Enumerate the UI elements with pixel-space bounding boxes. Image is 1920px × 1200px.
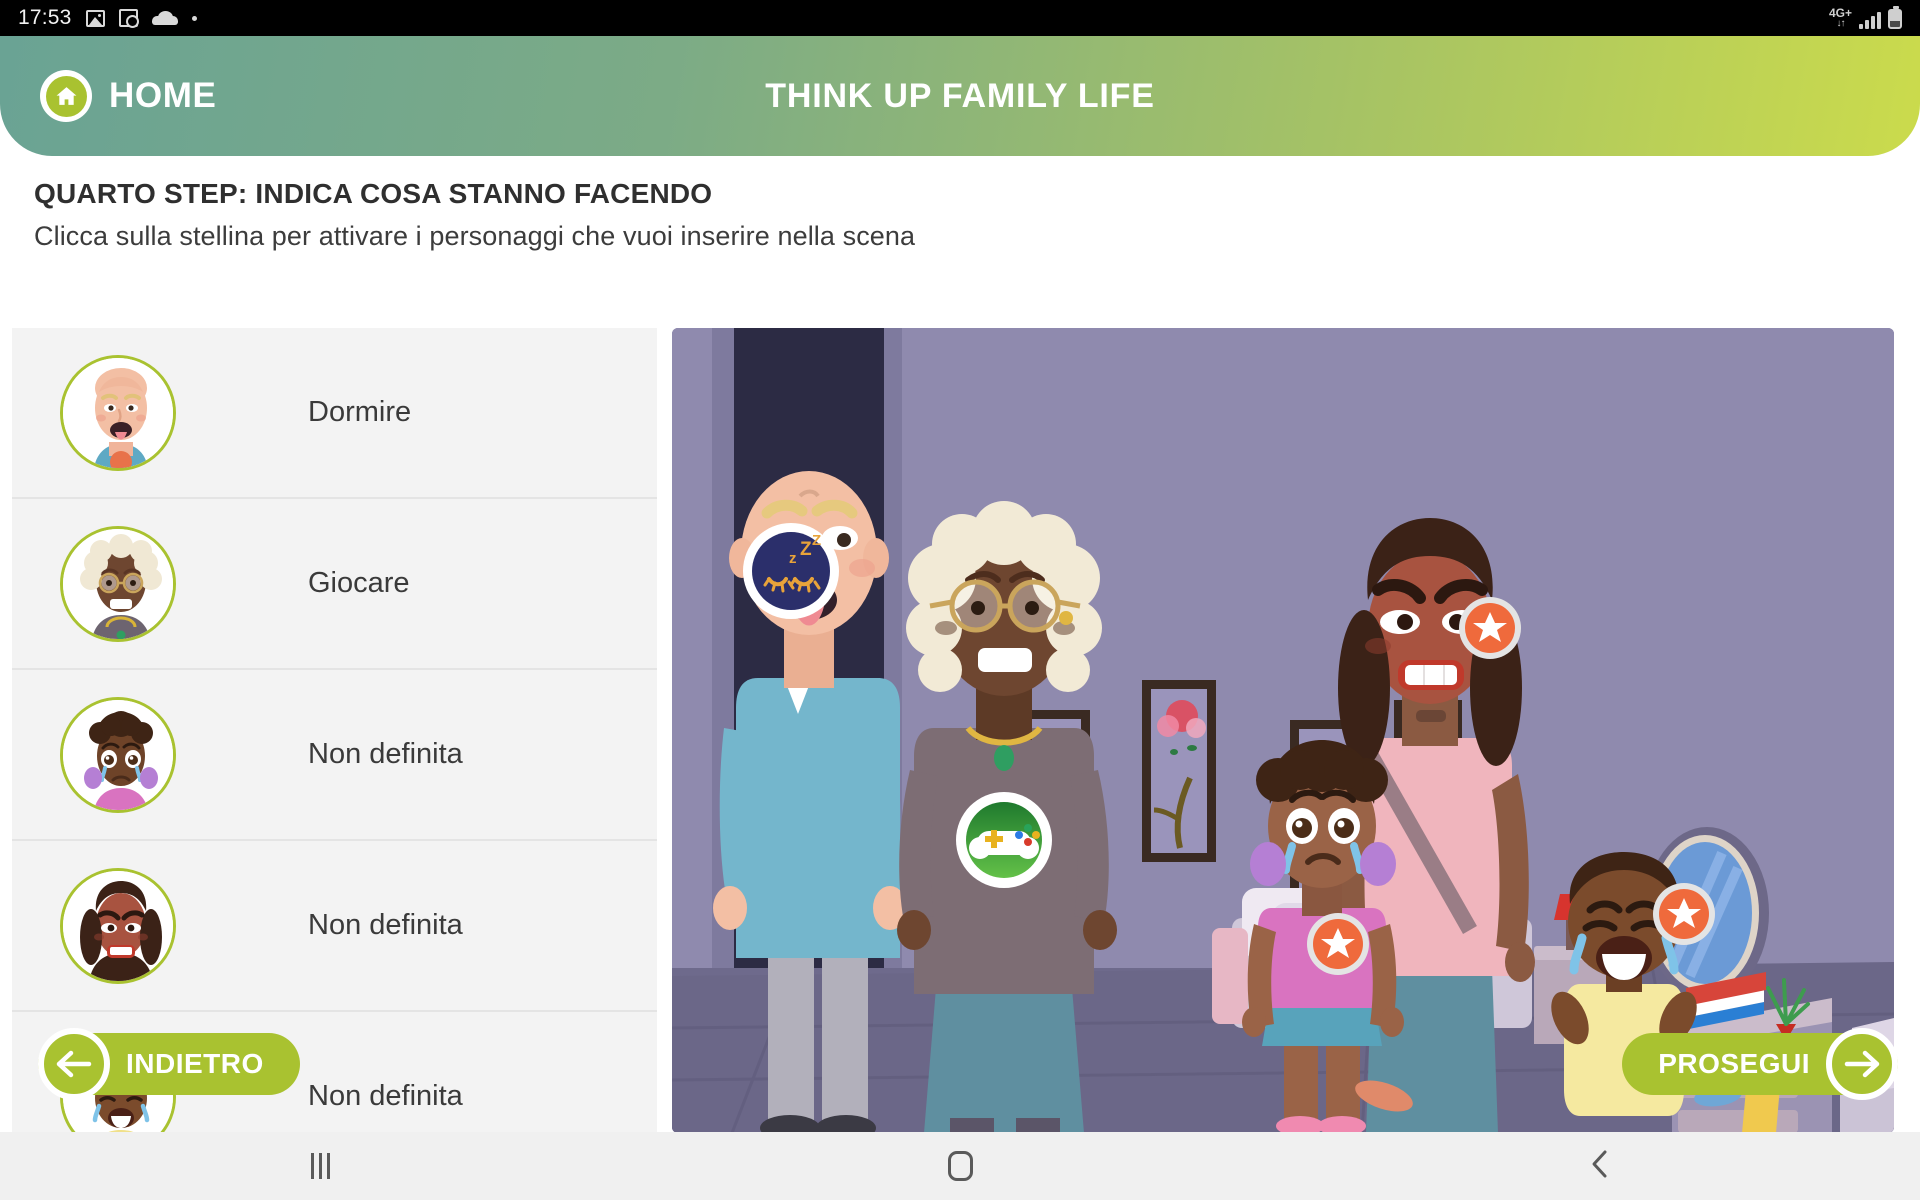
back-chevron-icon	[1588, 1149, 1612, 1184]
arrow-right-icon	[1826, 1028, 1898, 1100]
home-button-circle	[40, 70, 92, 122]
list-item[interactable]: Non definita	[12, 670, 657, 841]
crying-girl-avatar	[60, 696, 176, 813]
arrow-left-icon	[38, 1028, 110, 1100]
family-bedroom-scene[interactable]: z Z Z	[672, 328, 1894, 1133]
status-clock: 17:53	[18, 6, 72, 29]
status-bar-right: 4G+ ↓↑	[1829, 6, 1902, 29]
battery-icon	[1888, 6, 1902, 29]
home-square-icon	[947, 1151, 973, 1181]
dot-icon	[191, 15, 197, 21]
list-item-label: Giocare	[308, 567, 410, 599]
svg-text:Z: Z	[800, 539, 812, 560]
back-button-label: INDIETRO	[126, 1048, 264, 1079]
signal-bars-icon	[1859, 11, 1881, 29]
next-button[interactable]: PROSEGUI	[1622, 1028, 1898, 1100]
svg-text:z: z	[789, 550, 797, 567]
photo-icon	[85, 9, 105, 27]
character-list-panel[interactable]: Dormire Giocare Non definita Non definit…	[12, 328, 657, 1133]
network-arrows-label: ↓↑	[1836, 18, 1845, 29]
angry-woman-avatar	[60, 867, 176, 984]
step-subtitle: Clicca sulla stellina per attivare i per…	[34, 221, 916, 251]
list-item-label: Non definita	[308, 1080, 463, 1112]
instructions-block: QUARTO STEP: INDICA COSA STANNO FACENDO …	[34, 178, 915, 252]
page-title: THINK UP FAMILY LIFE	[765, 76, 1155, 115]
network-type-indicator: 4G+ ↓↑	[1829, 7, 1852, 29]
android-nav-bar	[0, 1132, 1920, 1200]
list-item-label: Non definita	[308, 909, 463, 941]
app-header: HOME THINK UP FAMILY LIFE	[0, 36, 1920, 156]
list-item[interactable]: Giocare	[12, 499, 657, 670]
list-item[interactable]: Non definita	[12, 841, 657, 1012]
status-bar-left: 17:53	[18, 6, 197, 30]
step-title: QUARTO STEP: INDICA COSA STANNO FACENDO	[34, 178, 713, 209]
home-button[interactable]: HOME	[40, 70, 216, 122]
list-item-label: Dormire	[308, 396, 412, 428]
image-search-icon	[118, 9, 139, 28]
list-item-label: Non definita	[308, 738, 463, 770]
recents-icon	[310, 1153, 330, 1179]
bald-man-tongue-out-avatar	[60, 354, 176, 471]
house-icon	[45, 75, 87, 117]
home-button-label: HOME	[109, 76, 217, 115]
cloud-icon	[151, 11, 178, 25]
next-button-label: PROSEGUI	[1658, 1048, 1810, 1079]
android-status-bar: 17:53 4G+ ↓↑	[0, 0, 1920, 36]
recents-button[interactable]	[0, 1132, 640, 1200]
back-nav-button[interactable]	[1280, 1132, 1920, 1200]
list-item[interactable]: Dormire	[12, 328, 657, 499]
home-nav-button[interactable]	[640, 1132, 1280, 1200]
grandmother-glasses-avatar	[60, 525, 176, 642]
svg-text:Z: Z	[812, 532, 821, 549]
back-button[interactable]: INDIETRO	[38, 1028, 300, 1100]
